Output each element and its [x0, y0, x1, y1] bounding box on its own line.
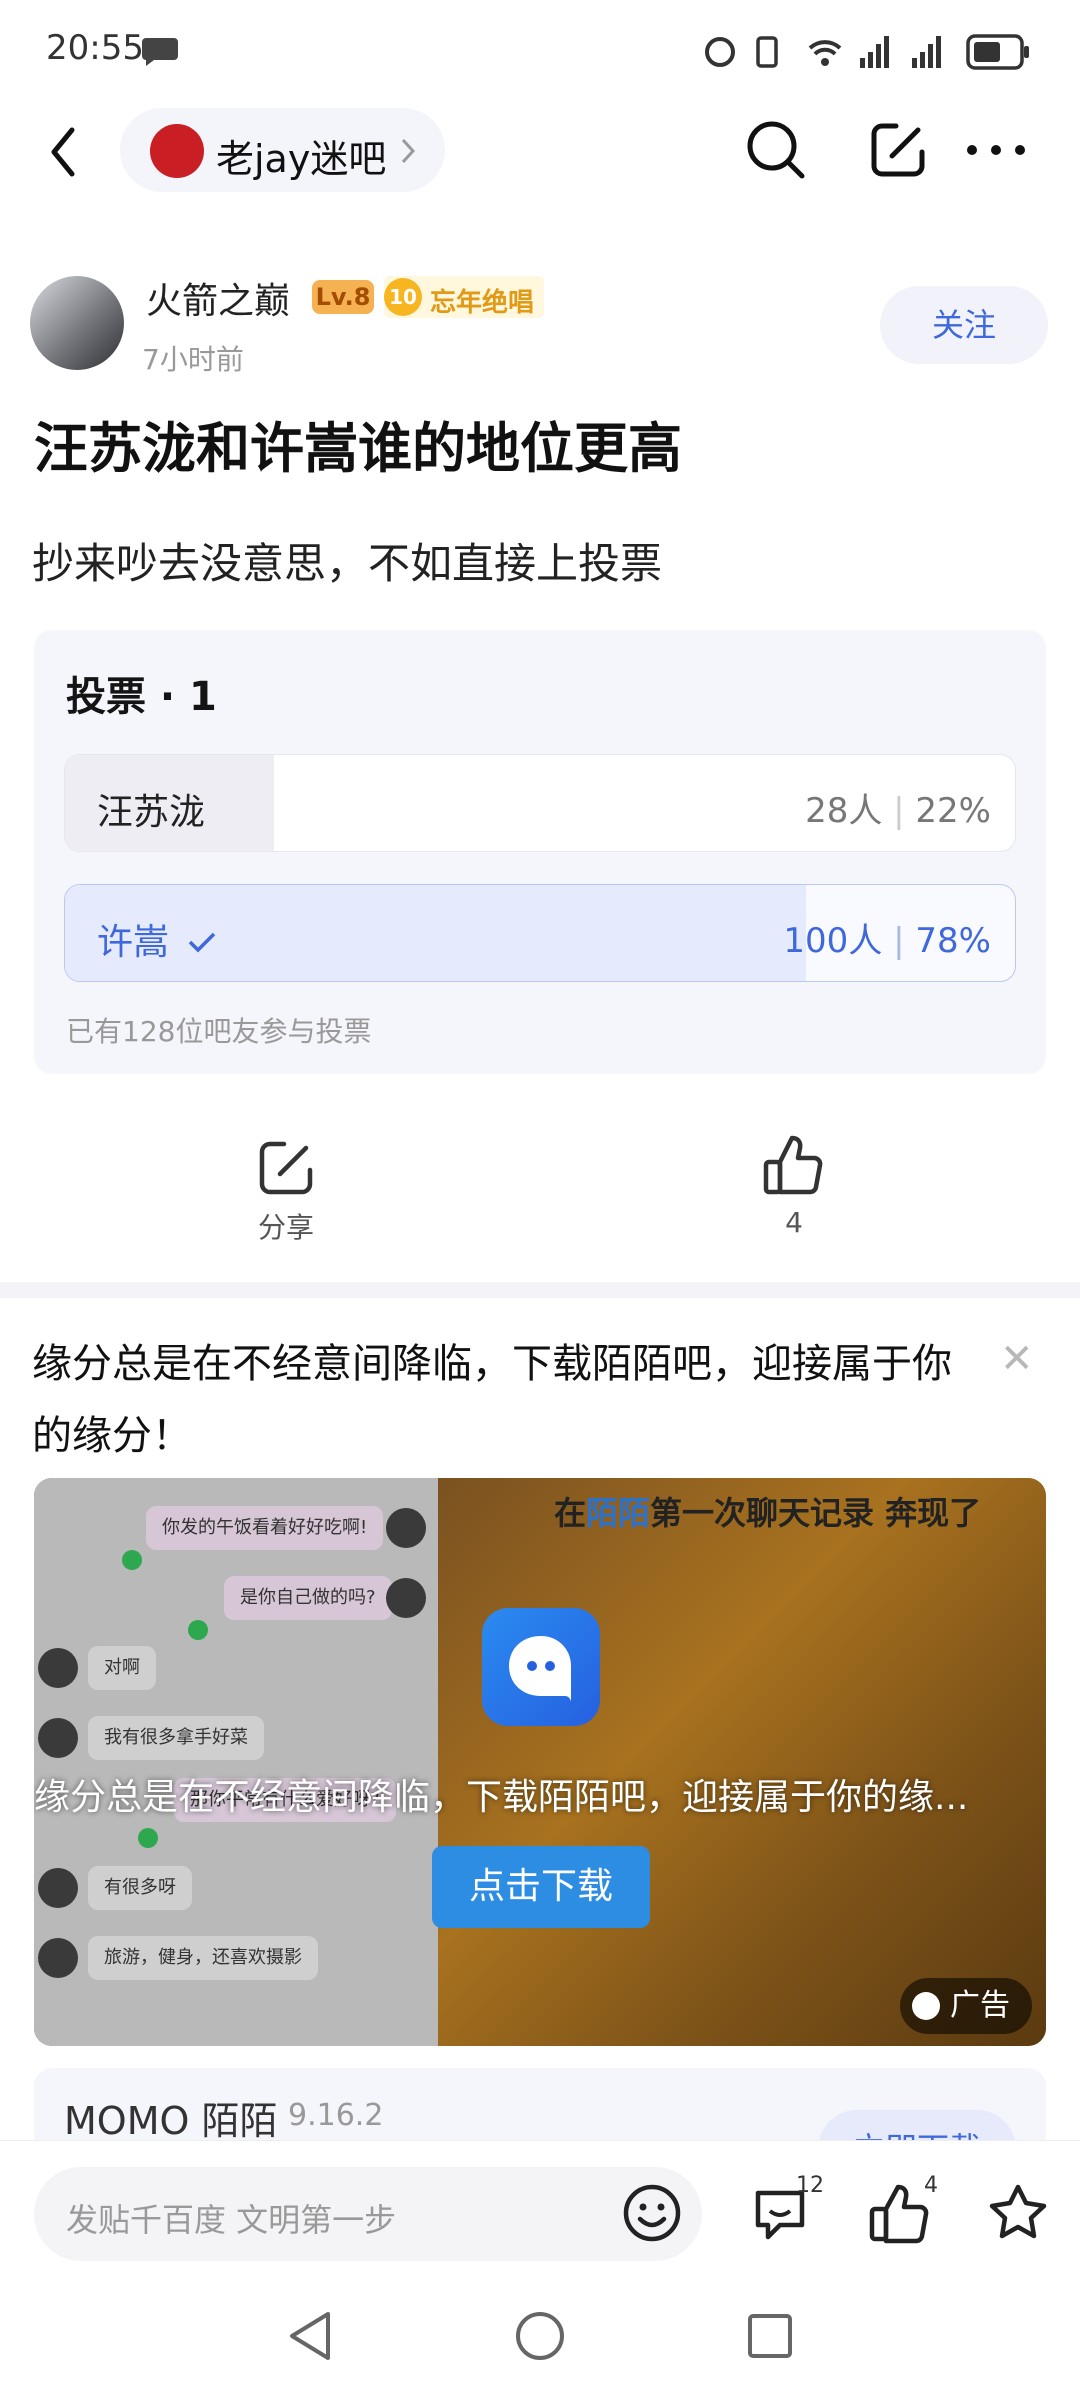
check-icon — [188, 1620, 208, 1640]
vote-option-label: 汪苏泷 — [97, 792, 206, 833]
thumb-up-icon[interactable] — [868, 2181, 932, 2245]
chat-bubble: 有很多呀 — [88, 1866, 192, 1910]
vote-option-1[interactable]: 汪苏泷 28人 | 22% — [64, 754, 1016, 852]
thumb-up-icon — [763, 1135, 823, 1195]
status-bar: 20:55 — [0, 0, 1080, 100]
ad-headline: 在陌陌第一次聊天记录 奔现了 — [554, 1494, 982, 1532]
emoji-icon[interactable] — [620, 2181, 684, 2245]
author-row: 火箭之巅 Lv.8 10 忘年绝唱 7小时前 关注 — [0, 262, 1080, 382]
chat-avatar — [38, 1718, 78, 1758]
search-icon[interactable] — [744, 118, 808, 182]
author-avatar[interactable] — [30, 276, 124, 370]
ad-background — [438, 1478, 1046, 2046]
level-badge: Lv.8 — [312, 280, 374, 314]
momo-logo — [482, 1608, 600, 1726]
back-triangle-icon[interactable] — [286, 2310, 334, 2362]
download-button[interactable]: 点击下载 — [432, 1846, 650, 1928]
follow-button[interactable]: 关注 — [880, 286, 1048, 364]
chat-avatar — [386, 1508, 426, 1548]
ad-caption: 缘分总是在不经意间降临，下载陌陌吧，迎接属于你的缘... — [34, 1777, 969, 1818]
forum-name: 老jay迷吧 — [216, 137, 387, 181]
post-title: 汪苏泷和许嵩谁的地位更高 — [34, 417, 682, 480]
share-icon — [259, 1141, 313, 1195]
vote-option-label: 许嵩 — [97, 913, 220, 965]
check-icon — [122, 1550, 142, 1570]
section-divider — [0, 1282, 1080, 1298]
chat-avatar — [386, 1578, 426, 1618]
chat-avatar — [38, 1868, 78, 1908]
check-icon — [138, 1828, 158, 1848]
vote-option-stats: 100人 | 78% — [783, 921, 991, 961]
ad-badge: 广告 — [900, 1978, 1032, 2034]
chat-screenshot: 你发的午饭看着好好吃啊! 是你自己做的吗? 对啊 我有很多拿手好菜 那你平常有什… — [34, 1478, 438, 2046]
ad-media[interactable]: 你发的午饭看着好好吃啊! 是你自己做的吗? 对啊 我有很多拿手好菜 那你平常有什… — [34, 1478, 1046, 2046]
ad-logo-icon — [912, 1992, 940, 2020]
chat-avatar — [38, 1938, 78, 1978]
back-icon[interactable] — [44, 124, 84, 180]
medal-label: 忘年绝唱 — [430, 288, 535, 318]
star-icon[interactable] — [986, 2181, 1050, 2245]
home-circle-icon[interactable] — [514, 2310, 566, 2362]
status-time: 20:55 — [46, 28, 144, 68]
like-button[interactable]: 4 — [734, 1132, 854, 1239]
vote-option-stats: 28人 | 22% — [805, 791, 991, 831]
top-nav: 老jay迷吧 — [0, 100, 1080, 200]
chevron-right-icon — [401, 138, 416, 164]
share-button[interactable]: 分享 — [226, 1138, 346, 1246]
medal-icon: 10 — [384, 278, 422, 316]
like-count: 4 — [785, 1206, 803, 1239]
author-name[interactable]: 火箭之巅 — [146, 272, 290, 324]
chat-avatar — [38, 1648, 78, 1688]
forum-avatar — [150, 124, 204, 178]
more-icon[interactable] — [964, 140, 1028, 160]
edit-icon[interactable] — [866, 118, 930, 182]
chat-bubble: 对啊 — [88, 1646, 156, 1690]
medal-badge: 10 忘年绝唱 — [384, 276, 544, 318]
chat-bubble: 是你自己做的吗? — [224, 1576, 392, 1620]
vote-footer: 已有128位吧友参与投票 — [66, 1015, 372, 1048]
post-time: 7小时前 — [142, 343, 244, 376]
share-label: 分享 — [257, 1211, 314, 1244]
like-count: 4 — [924, 2173, 938, 2198]
check-icon — [189, 932, 216, 953]
chat-bubble: 我有很多拿手好菜 — [88, 1716, 264, 1760]
post-body: 抄来吵去没意思，不如直接上投票 — [32, 539, 663, 588]
vote-option-2[interactable]: 许嵩 100人 | 78% — [64, 884, 1016, 982]
message-icon — [142, 38, 178, 66]
chat-bubble: 旅游，健身，还喜欢摄影 — [88, 1936, 318, 1980]
forum-link[interactable]: 老jay迷吧 — [120, 108, 445, 192]
vote-header: 投票 · 1 — [66, 674, 217, 720]
comment-count: 12 — [796, 2173, 824, 2198]
system-nav — [0, 2270, 1080, 2400]
app-name: MOMO 陌陌 — [64, 2099, 278, 2143]
reply-input[interactable]: 发贴千百度 文明第一步 — [34, 2167, 702, 2261]
bottom-bar: 发贴千百度 文明第一步 12 4 — [0, 2140, 1080, 2270]
vote-card: 投票 · 1 汪苏泷 28人 | 22% 许嵩 100人 | 78% 已有128… — [34, 630, 1046, 1074]
close-icon[interactable]: ✕ — [1000, 1336, 1034, 1382]
recents-square-icon[interactable] — [746, 2312, 794, 2360]
ad-text[interactable]: 缘分总是在不经意间降临，下载陌陌吧，迎接属于你的缘分！ — [32, 1328, 952, 1472]
status-icons — [705, 34, 1029, 70]
chat-bubble: 你发的午饭看着好好吃啊! — [146, 1506, 384, 1550]
post-actions: 分享 4 — [0, 1128, 1080, 1248]
reply-placeholder: 发贴千百度 文明第一步 — [66, 2201, 397, 2239]
app-version: 9.16.2 — [288, 2098, 384, 2133]
